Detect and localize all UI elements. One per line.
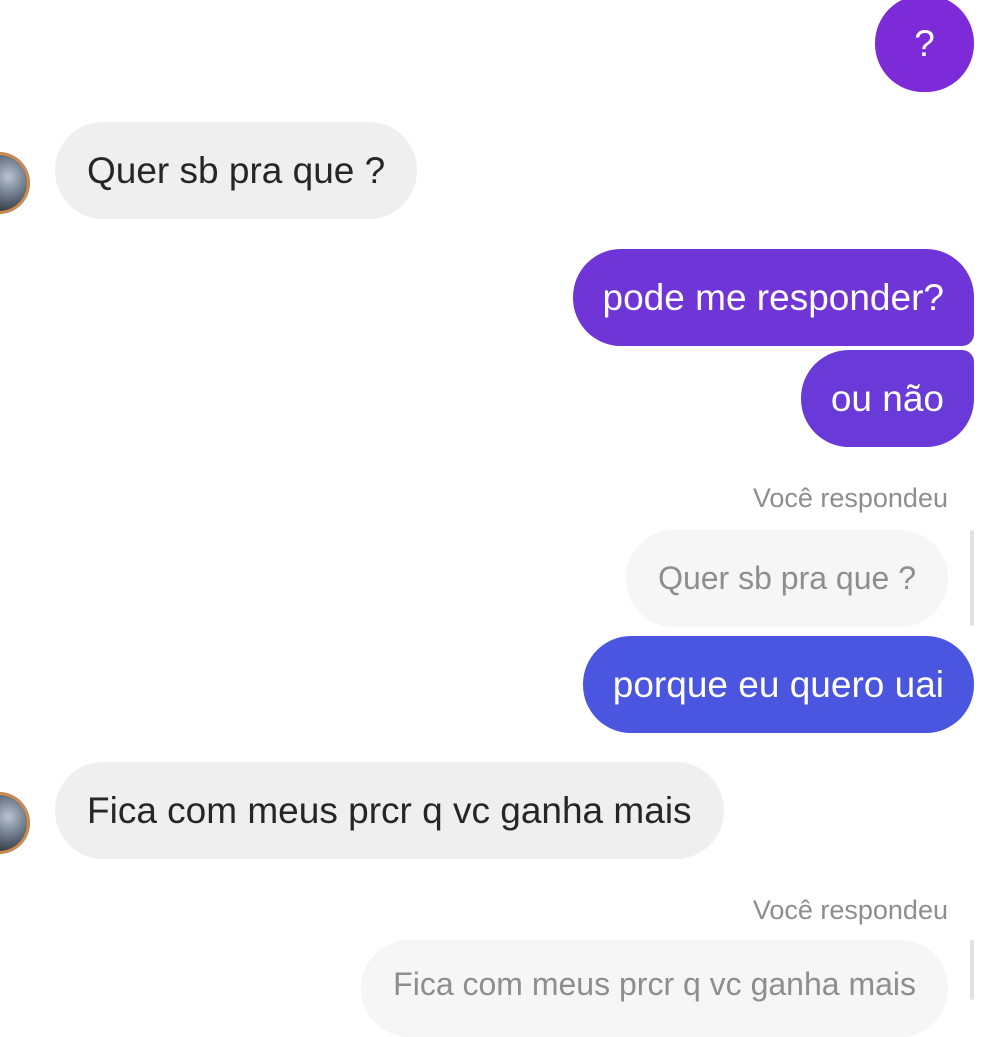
contact-avatar[interactable]	[0, 792, 30, 854]
message-text: Quer sb pra que ?	[87, 149, 386, 191]
message-text: pode me responder?	[602, 276, 944, 318]
quoted-message-bubble[interactable]: Quer sb pra que ?	[626, 530, 948, 627]
sent-message-bubble[interactable]: pode me responder?	[572, 249, 974, 346]
quote-bar	[970, 530, 974, 626]
message-text: ?	[914, 22, 935, 64]
sent-message-bubble[interactable]: ?	[875, 0, 974, 92]
reply-label: Você respondeu	[752, 895, 948, 925]
received-message-bubble[interactable]: Fica com meus prcr q vc ganha mais	[55, 762, 724, 859]
message-text: ou não	[830, 377, 944, 419]
sent-message-bubble[interactable]: ou não	[800, 350, 974, 447]
message-text: Fica com meus prcr q vc ganha mais	[87, 789, 692, 831]
received-message-bubble[interactable]: Quer sb pra que ?	[55, 122, 418, 219]
contact-avatar[interactable]	[0, 152, 30, 214]
message-text: porque eu quero uai	[612, 663, 944, 705]
quoted-text: Quer sb pra que ?	[658, 560, 916, 596]
quoted-text: Fica com meus prcr q vc ganha mais	[393, 966, 916, 1002]
quote-bar	[970, 940, 974, 1000]
reply-label: Você respondeu	[752, 483, 948, 513]
sent-message-bubble[interactable]: porque eu quero uai	[582, 636, 974, 733]
quoted-message-bubble[interactable]: Fica com meus prcr q vc ganha mais	[361, 940, 948, 1037]
